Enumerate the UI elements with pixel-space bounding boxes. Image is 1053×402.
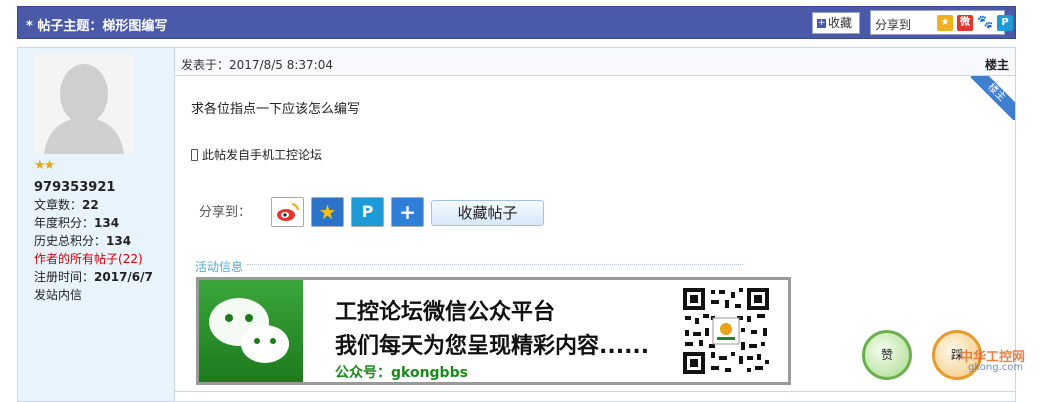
all-posts-label: 作者的所有帖子 xyxy=(34,252,119,266)
qzone-icon[interactable]: ★ xyxy=(937,15,953,31)
qr-code-icon xyxy=(681,286,771,376)
thread-title: * 帖子主题：梯形图编写 xyxy=(26,19,168,34)
post-date: 发表于：2017/8/5 8:37:04 xyxy=(181,58,333,72)
year-points-value: 134 xyxy=(94,216,120,230)
activity-divider xyxy=(247,264,743,265)
avatar[interactable] xyxy=(34,54,134,154)
activity-label: 活动信息 xyxy=(195,260,244,274)
banner-line2: 我们每天为您呈现精彩内容...... xyxy=(335,334,650,359)
share-toolbar: 分享到 ★ 微 🐾 P xyxy=(870,10,1013,35)
all-posts-count: (22) xyxy=(118,252,143,266)
tencent-weibo-icon[interactable]: P xyxy=(997,15,1013,31)
op-ribbon-label: 楼主 xyxy=(971,76,1015,120)
year-points-label: 年度积分： xyxy=(34,216,95,230)
like-button[interactable]: 赞 xyxy=(862,330,912,380)
reg-value: 2017/6/7 xyxy=(94,270,153,284)
post-bottom-divider xyxy=(175,391,1015,392)
post-message: 求各位指点一下应该怎么编写 xyxy=(191,102,361,117)
posts-value: 22 xyxy=(82,198,99,212)
total-points-value: 134 xyxy=(106,234,132,248)
plus-icon: + xyxy=(817,18,826,28)
send-message-link[interactable]: 发站内信 xyxy=(34,286,153,304)
posts-label: 文章数： xyxy=(34,198,83,212)
wechat-banner[interactable]: 工控论坛微信公众平台 我们每天为您呈现精彩内容...... 公众号：gkongb… xyxy=(196,277,791,385)
weibo-icon[interactable]: 微 xyxy=(957,15,973,31)
mobile-note-text: 此帖发自手机工控论坛 xyxy=(202,148,323,162)
total-points-label: 历史总积分： xyxy=(34,234,107,248)
banner-line3: 公众号：gkongbbs xyxy=(335,365,468,381)
share-label: 分享到 xyxy=(875,18,912,32)
watermark-domain: gkong.com xyxy=(968,362,1024,373)
reg-label: 注册时间： xyxy=(34,270,95,284)
thread-header: * 帖子主题：梯形图编写 + 收藏 分享到 ★ 微 🐾 P xyxy=(17,6,1016,39)
favorite-label: 收藏 xyxy=(828,16,853,30)
floor-label: 楼主 xyxy=(984,58,1009,72)
default-avatar-icon xyxy=(34,54,134,154)
share-more-icon[interactable]: + xyxy=(391,197,424,227)
baidu-icon[interactable]: 🐾 xyxy=(977,15,993,31)
wechat-logo-icon xyxy=(199,280,303,382)
banner-line1: 工控论坛微信公众平台 xyxy=(335,300,556,325)
rank-stars-icon: ★★ xyxy=(34,158,55,173)
collect-post-button[interactable]: 收藏帖子 xyxy=(431,200,544,226)
author-name[interactable]: 979353921 xyxy=(34,180,115,195)
post-meta: 发表于：2017/8/5 8:37:04 楼主 xyxy=(175,48,1015,76)
share-weibo-icon[interactable] xyxy=(271,197,304,227)
favorite-button[interactable]: + 收藏 xyxy=(812,12,860,34)
all-posts-link[interactable]: 作者的所有帖子(22) xyxy=(34,250,153,268)
author-sidebar: ★★ 979353921 文章数：22 年度积分：134 历史总积分：134 作… xyxy=(18,48,175,401)
share-tencent-icon[interactable]: P xyxy=(351,197,384,227)
post-share-label: 分享到： xyxy=(199,205,252,220)
mobile-note: 此帖发自手机工控论坛 xyxy=(191,146,322,163)
mobile-phone-icon xyxy=(191,149,198,161)
share-qzone-icon[interactable]: ★ xyxy=(311,197,344,227)
op-ribbon: 楼主 xyxy=(971,76,1015,120)
author-info: 文章数：22 年度积分：134 历史总积分：134 作者的所有帖子(22) 注册… xyxy=(34,196,153,304)
